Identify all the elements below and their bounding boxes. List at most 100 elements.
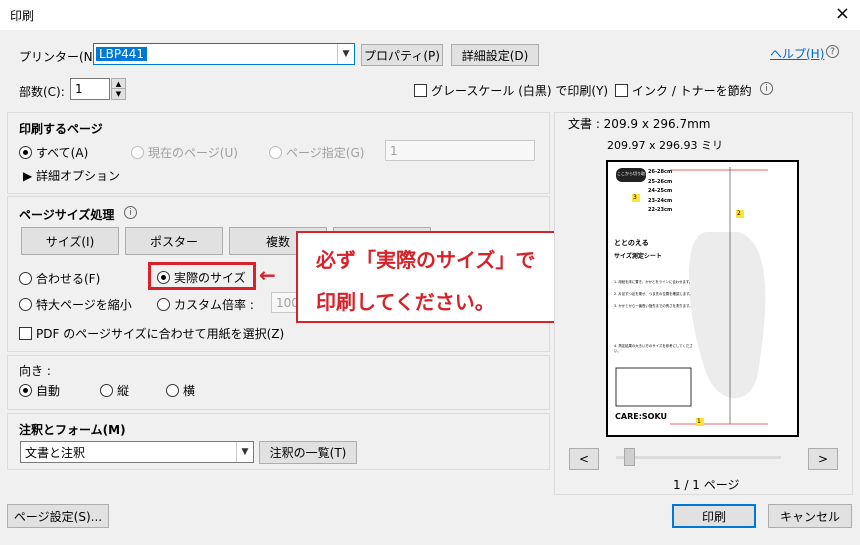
- close-icon[interactable]: ×: [835, 3, 850, 25]
- window-title: 印刷: [10, 9, 35, 23]
- orientation-panel: [7, 355, 550, 410]
- size-item: 23-24cm: [648, 197, 673, 204]
- landscape-label: 横: [183, 384, 196, 398]
- auto-label: 自動: [36, 384, 61, 398]
- grayscale-checkbox[interactable]: グレースケール (白黒) で印刷(Y): [414, 82, 608, 99]
- radio-dot: [131, 146, 144, 159]
- step-1: 1. 用紙を床に置き、かかとをラインに合わせます。: [614, 280, 693, 284]
- help-icon[interactable]: ?: [826, 45, 839, 58]
- badge-label: ここから切り取る: [617, 171, 649, 176]
- copies-input[interactable]: 1: [70, 78, 110, 100]
- page-slider-thumb[interactable]: [624, 448, 635, 466]
- size-item: 22-23cm: [648, 207, 673, 214]
- actual-size-label: 実際のサイズ: [174, 271, 246, 285]
- paper-size-label: 209.97 x 296.93 ミリ: [607, 139, 723, 152]
- notes-box: [615, 367, 692, 407]
- radio-actual-size[interactable]: 実際のサイズ: [157, 269, 246, 286]
- radio-shrink-oversized[interactable]: 特大ページを縮小: [19, 296, 132, 313]
- grayscale-label: グレースケール (白黒) で印刷(Y): [431, 84, 609, 98]
- chevron-down-icon: ▼: [236, 442, 253, 462]
- prev-page-button[interactable]: <: [569, 448, 599, 470]
- comments-title: 注釈とフォーム(M): [19, 423, 126, 437]
- title-bar: 印刷 ×: [0, 0, 860, 30]
- stepper-up-icon[interactable]: ▲: [112, 79, 125, 89]
- pages-title: 印刷するページ: [19, 122, 103, 136]
- save-ink-checkbox[interactable]: インク / トナーを節約: [615, 82, 752, 99]
- info-icon[interactable]: i: [760, 82, 773, 95]
- custom-scale-input[interactable]: 100: [271, 292, 299, 313]
- printer-value: LBP441: [96, 47, 148, 61]
- callout-line-2: 印刷してください。: [316, 290, 495, 314]
- chevron-down-icon: ▼: [337, 44, 354, 64]
- radio-page-range[interactable]: ページ指定(G): [269, 144, 364, 161]
- save-ink-label: インク / トナーを節約: [632, 84, 752, 98]
- checkbox-box: [615, 84, 628, 97]
- portrait-label: 縦: [117, 384, 130, 398]
- preview-page: ここから切り取る 26-28cm 25-26cm 24-25cm 23-24cm…: [606, 160, 799, 437]
- fit-label: 合わせる(F): [36, 272, 101, 286]
- orientation-title: 向き :: [19, 364, 51, 378]
- radio-dot: [269, 146, 282, 159]
- properties-button[interactable]: プロパティ(P): [361, 44, 443, 66]
- current-page-label: 現在のページ(U): [148, 146, 238, 160]
- printer-select[interactable]: LBP441 ▼: [93, 43, 355, 65]
- info-icon[interactable]: i: [124, 206, 137, 219]
- help-link[interactable]: ヘルプ(H): [770, 45, 824, 62]
- cancel-button[interactable]: キャンセル: [768, 504, 852, 528]
- radio-portrait[interactable]: 縦: [100, 382, 129, 399]
- radio-dot: [100, 384, 113, 397]
- brand-line: ととのえる: [614, 239, 649, 247]
- checkbox-box: [414, 84, 427, 97]
- page-sizing-title: ページサイズ処理: [19, 208, 115, 222]
- radio-landscape[interactable]: 横: [166, 382, 195, 399]
- page-range-input[interactable]: 1: [385, 140, 535, 161]
- radio-dot: [157, 271, 170, 284]
- print-button[interactable]: 印刷: [672, 504, 756, 528]
- pdf-paper-label: PDF のページサイズに合わせて用紙を選択(Z): [36, 327, 285, 341]
- radio-custom-scale[interactable]: カスタム倍率 :: [157, 296, 254, 313]
- custom-scale-label: カスタム倍率 :: [174, 298, 254, 312]
- comments-summary-button[interactable]: 注釈の一覧(T): [259, 441, 357, 464]
- marker-3: 3: [633, 194, 637, 201]
- page-range-label: ページ指定(G): [286, 146, 365, 160]
- more-options-toggle[interactable]: ▶ 詳細オプション: [23, 167, 120, 184]
- checkbox-box: [19, 327, 32, 340]
- page-counter: 1 / 1 ページ: [673, 478, 740, 492]
- size-item: 25-26cm: [648, 178, 673, 185]
- pdf-paper-checkbox[interactable]: PDF のページサイズに合わせて用紙を選択(Z): [19, 325, 284, 342]
- poster-button[interactable]: ポスター: [125, 227, 223, 255]
- radio-dot: [19, 146, 32, 159]
- radio-dot: [19, 384, 32, 397]
- callout-arrow: ←: [259, 263, 276, 287]
- radio-fit[interactable]: 合わせる(F): [19, 270, 100, 287]
- copies-label: 部数(C):: [19, 85, 65, 99]
- marker-1: 1: [697, 418, 701, 425]
- shrink-label: 特大ページを縮小: [36, 298, 132, 312]
- advanced-button[interactable]: 詳細設定(D): [451, 44, 539, 66]
- doc-size-label: 文書 : 209.9 x 296.7mm: [568, 117, 711, 131]
- radio-current-page[interactable]: 現在のページ(U): [131, 144, 238, 161]
- sheet-title: サイズ測定シート: [614, 253, 662, 260]
- radio-all[interactable]: すべて(A): [19, 144, 88, 161]
- copies-stepper[interactable]: ▲ ▼: [111, 78, 126, 100]
- radio-dot: [19, 298, 32, 311]
- comments-select[interactable]: 文書と注釈 ▼: [20, 441, 254, 463]
- page-setup-button[interactable]: ページ設定(S)...: [7, 504, 109, 528]
- callout-line-1: 必ず「実際のサイズ」で: [316, 248, 536, 272]
- radio-dot: [166, 384, 179, 397]
- step-4: 4. 測定結果の大きい方のサイズを参考にしてください。: [614, 344, 693, 353]
- radio-auto[interactable]: 自動: [19, 382, 60, 399]
- size-item: 24-25cm: [648, 188, 673, 195]
- size-button[interactable]: サイズ(I): [21, 227, 119, 255]
- printer-label: プリンター(N):: [19, 50, 102, 64]
- next-page-button[interactable]: >: [808, 448, 838, 470]
- foot-outline: [688, 232, 766, 399]
- page-slider-track[interactable]: [616, 456, 781, 459]
- step-2: 2. 片足ずつ足を乗せ、つま先の位置を確認します。: [614, 292, 693, 296]
- brand-logo: CARE:SOKU: [615, 412, 668, 421]
- instruction-callout: 必ず「実際のサイズ」で 印刷してください。: [296, 231, 595, 323]
- size-list: 26-28cm 25-26cm 24-25cm 23-24cm 22-23cm: [648, 168, 768, 216]
- size-item: 26-28cm: [648, 169, 673, 175]
- marker-2: 2: [737, 210, 741, 217]
- stepper-down-icon[interactable]: ▼: [112, 89, 125, 99]
